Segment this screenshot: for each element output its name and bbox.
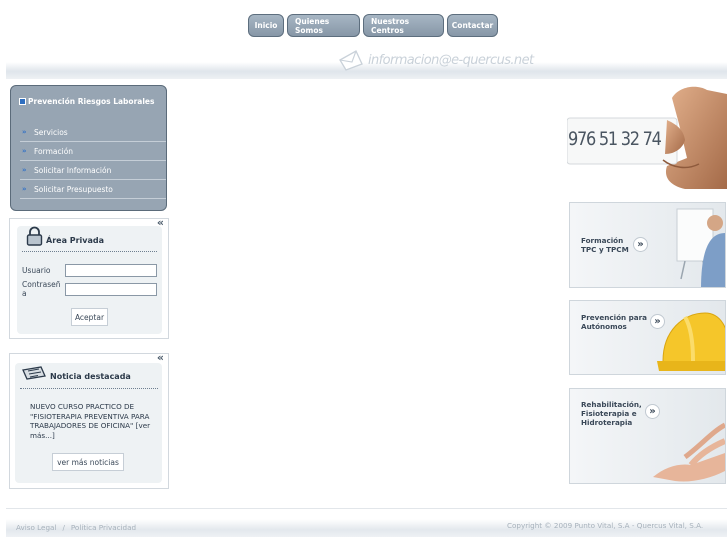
nav-inicio-button[interactable]: Inicio	[248, 14, 284, 37]
nav-nuestros-centros-button[interactable]: Nuestros Centros	[363, 14, 444, 37]
divider	[20, 388, 158, 389]
sidebar-title: Prevención Riesgos Laborales	[19, 97, 159, 107]
accept-button[interactable]: Aceptar	[71, 308, 108, 326]
checkbox-icon	[19, 98, 26, 105]
sidebar-item-solicitar-informacion[interactable]: » Solicitar Información	[20, 161, 166, 180]
top-navigation: Inicio Quienes Somos Nuestros Centros Co…	[248, 14, 498, 37]
promo-text: Rehabilitación, Fisioterapia e Hidrotera…	[581, 400, 642, 427]
promo-text: Prevención para Autónomos	[581, 313, 647, 331]
promo-line: Rehabilitación,	[581, 400, 642, 409]
promo-line: TPC y TPCM	[581, 245, 629, 254]
divider	[22, 251, 157, 252]
promo-line: Prevención para	[581, 313, 648, 322]
sidebar-item-label: Solicitar Información	[34, 165, 112, 175]
user-label: Usuario	[22, 266, 51, 275]
promo-line: Autónomos	[581, 322, 627, 331]
sidebar-item-solicitar-presupuesto[interactable]: » Solicitar Presupuesto	[20, 180, 166, 199]
phone-card-image: 976 51 32 74	[566, 84, 727, 189]
hard-hat-illustration	[657, 312, 725, 371]
envelope-icon	[339, 50, 363, 71]
legal-notice-link[interactable]: Aviso Legal	[16, 523, 56, 532]
private-area-header: Área Privada	[26, 226, 104, 246]
news-header: Noticia destacada	[21, 365, 131, 381]
password-label: Contraseña	[22, 280, 61, 298]
contact-email[interactable]: informacion@e-quercus.net	[338, 48, 534, 72]
email-text: informacion@e-quercus.net	[368, 52, 534, 68]
privacy-policy-link[interactable]: Política Privacidad	[71, 523, 136, 532]
user-input[interactable]	[65, 264, 157, 277]
news-body[interactable]: NUEVO CURSO PRACTICO DE "FISIOTERAPIA PR…	[30, 402, 152, 440]
promo-text: Formación TPC y TPCM	[581, 236, 629, 254]
sidebar-title-label: Prevención Riesgos Laborales	[28, 97, 155, 106]
double-chevron-icon: »	[22, 166, 27, 174]
news-panel: « Noticia destacada NUEVO CURSO PRACTICO…	[9, 351, 169, 489]
newspaper-icon	[22, 366, 46, 380]
password-input[interactable]	[65, 283, 157, 296]
sidebar-item-servicios[interactable]: » Servicios	[20, 123, 166, 142]
instructor-whiteboard-illustration	[676, 208, 725, 287]
promo-rehabilitacion[interactable]: Rehabilitación, Fisioterapia e Hidrotera…	[569, 388, 726, 484]
footer-separator: /	[62, 523, 65, 532]
promo-line: Formación	[581, 236, 624, 245]
promo-line: Fisioterapia e	[581, 409, 637, 418]
more-news-button[interactable]: ver más noticias	[52, 453, 124, 471]
sidebar-item-label: Formación	[34, 146, 74, 156]
nav-quienes-somos-button[interactable]: Quienes Somos	[287, 14, 360, 37]
private-area-panel: « Área Privada Usuario Contraseña Acepta…	[9, 216, 169, 339]
footer-links: Aviso Legal / Política Privacidad	[16, 523, 136, 532]
private-area-title: Área Privada	[46, 235, 105, 245]
nav-contactar-button[interactable]: Contactar	[447, 14, 498, 37]
hands-massage-illustration	[653, 422, 725, 482]
phone-number[interactable]: 976 51 32 74	[568, 128, 662, 150]
sidebar-item-label: Solicitar Presupuesto	[34, 184, 113, 194]
promo-line: Hidroterapia	[581, 418, 633, 427]
promo-prevencion-autonomos[interactable]: Prevención para Autónomos »	[569, 300, 726, 375]
promo-formacion[interactable]: Formación TPC y TPCM »	[569, 202, 726, 288]
double-chevron-icon: »	[22, 128, 27, 136]
double-chevron-icon: »	[633, 237, 648, 252]
news-title: Noticia destacada	[50, 371, 131, 381]
sidebar-item-formacion[interactable]: » Formación	[20, 142, 166, 161]
sidebar-item-label: Servicios	[34, 127, 68, 137]
copyright-text: Copyright © 2009 Punto Vital, S.A - Quer…	[507, 521, 704, 530]
padlock-icon	[26, 226, 43, 246]
sidebar-menu: Prevención Riesgos Laborales » Servicios …	[10, 85, 167, 211]
double-chevron-icon: »	[22, 147, 27, 155]
footer-divider	[6, 508, 727, 509]
double-chevron-icon: »	[22, 185, 27, 193]
